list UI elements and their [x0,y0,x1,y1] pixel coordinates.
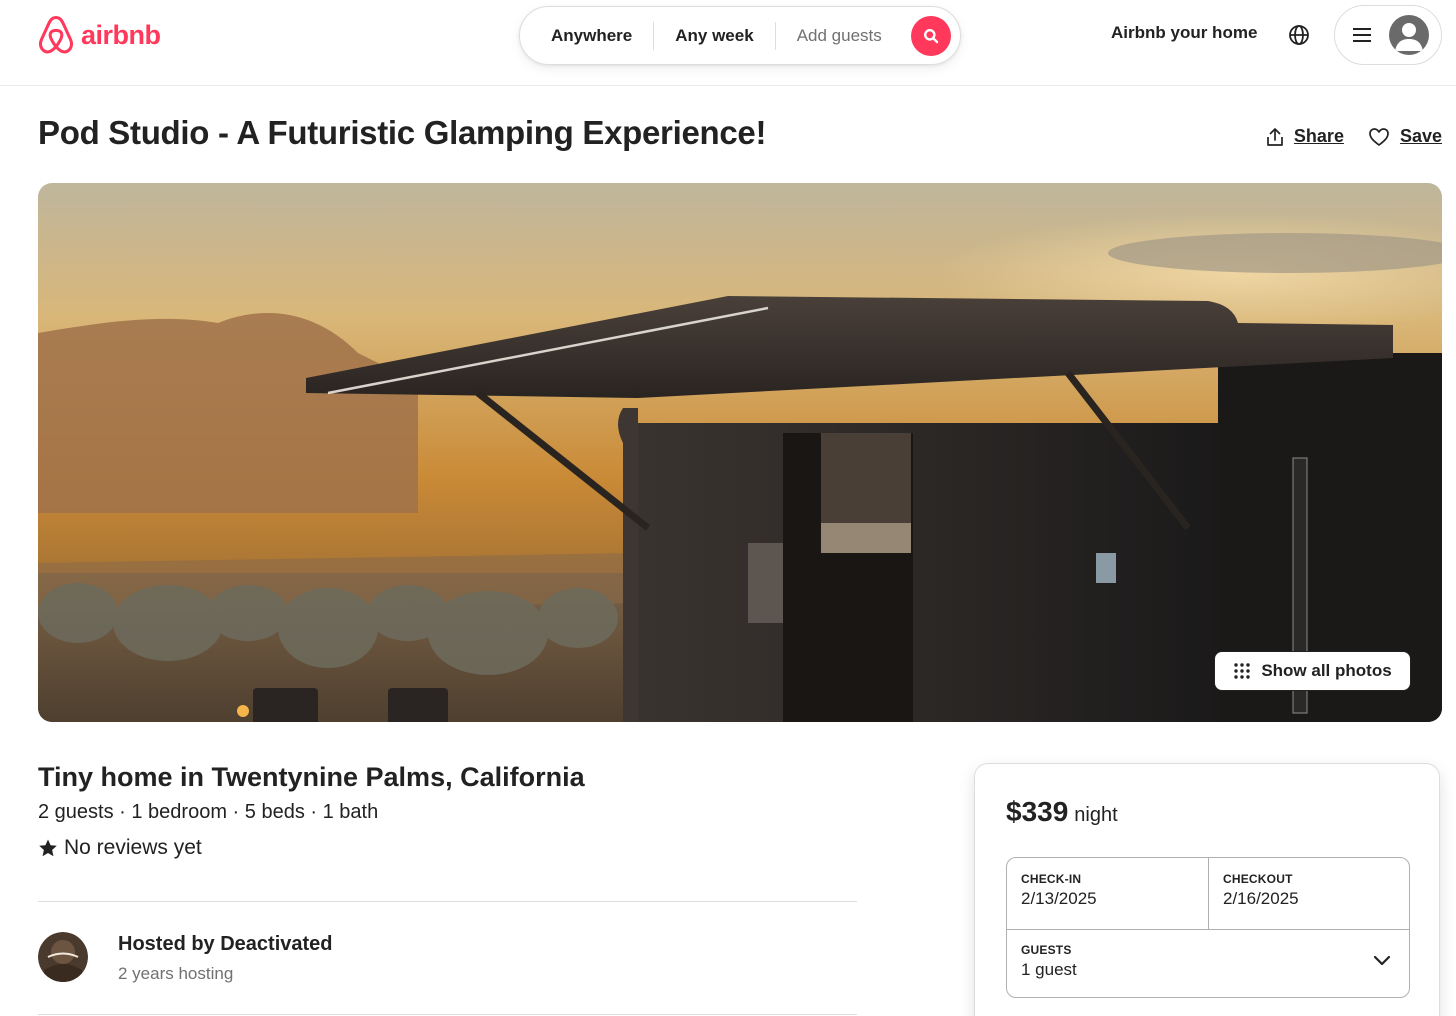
search-icon [924,29,939,44]
booking-card: $339 night CHECK-IN 2/13/2025 CHECKOUT 2… [974,763,1440,1016]
listing-photo[interactable] [38,183,1442,722]
checkout-value: 2/16/2025 [1223,889,1299,908]
globe-icon[interactable] [1287,23,1311,47]
top-header: airbnb Anywhere Any week Add guests Airb… [0,0,1456,86]
guests-value: 1 guest [1021,960,1077,979]
search-where[interactable]: Anywhere [520,22,653,50]
user-avatar-icon [1389,15,1429,55]
hamburger-icon [1353,24,1371,46]
date-guest-picker: CHECK-IN 2/13/2025 CHECKOUT 2/16/2025 GU… [1006,857,1410,998]
search-guests[interactable]: Add guests [776,22,903,50]
share-button[interactable]: Share [1266,126,1344,147]
section-divider [38,1014,857,1015]
airbnb-logo[interactable]: airbnb [37,14,161,56]
checkout-label: CHECKOUT [1223,872,1293,886]
user-menu-button[interactable] [1334,5,1442,65]
reviews-summary: No reviews yet [38,836,202,860]
section-divider [38,901,857,902]
grid-dots-icon [1234,663,1251,679]
listing-type-location: Tiny home in Twentynine Palms, Californi… [38,762,585,792]
save-label: Save [1399,126,1442,146]
host-avatar[interactable] [38,932,88,982]
guests-label: GUESTS [1021,943,1072,957]
checkin-label: CHECK-IN [1021,872,1082,886]
show-all-photos-button[interactable]: Show all photos [1214,651,1411,691]
checkin-field[interactable]: CHECK-IN 2/13/2025 [1007,858,1208,923]
listing-title: Pod Studio - A Futuristic Glamping Exper… [38,114,767,151]
airbnb-wordmark: airbnb [81,19,161,50]
airbnb-logo-icon [39,15,73,54]
price-amount: $339 [1006,796,1069,827]
host-years: 2 years hosting [118,964,234,983]
star-icon [39,839,57,857]
price: $339 night [1006,796,1118,828]
airbnb-your-home-link[interactable]: Airbnb your home [1111,23,1257,43]
checkout-field[interactable]: CHECKOUT 2/16/2025 [1209,858,1410,923]
price-unit: night [1074,804,1118,826]
reviews-label: No reviews yet [64,836,202,859]
heart-icon [1369,127,1389,146]
checkin-value: 2/13/2025 [1021,889,1097,908]
guests-field[interactable]: GUESTS 1 guest [1007,929,1410,994]
listing-actions: Share Save [1266,126,1442,147]
search-bar[interactable]: Anywhere Any week Add guests [519,6,961,65]
chevron-down-icon[interactable] [1373,954,1391,966]
share-icon [1267,127,1283,146]
host-name: Hosted by Deactivated [118,933,333,955]
share-label: Share [1293,126,1344,146]
search-button[interactable] [911,16,951,56]
listing-details: 2 guests · 1 bedroom · 5 beds · 1 bath [38,801,379,823]
show-all-photos-label: Show all photos [1261,661,1392,680]
save-button[interactable]: Save [1368,126,1442,147]
search-when[interactable]: Any week [654,22,774,50]
